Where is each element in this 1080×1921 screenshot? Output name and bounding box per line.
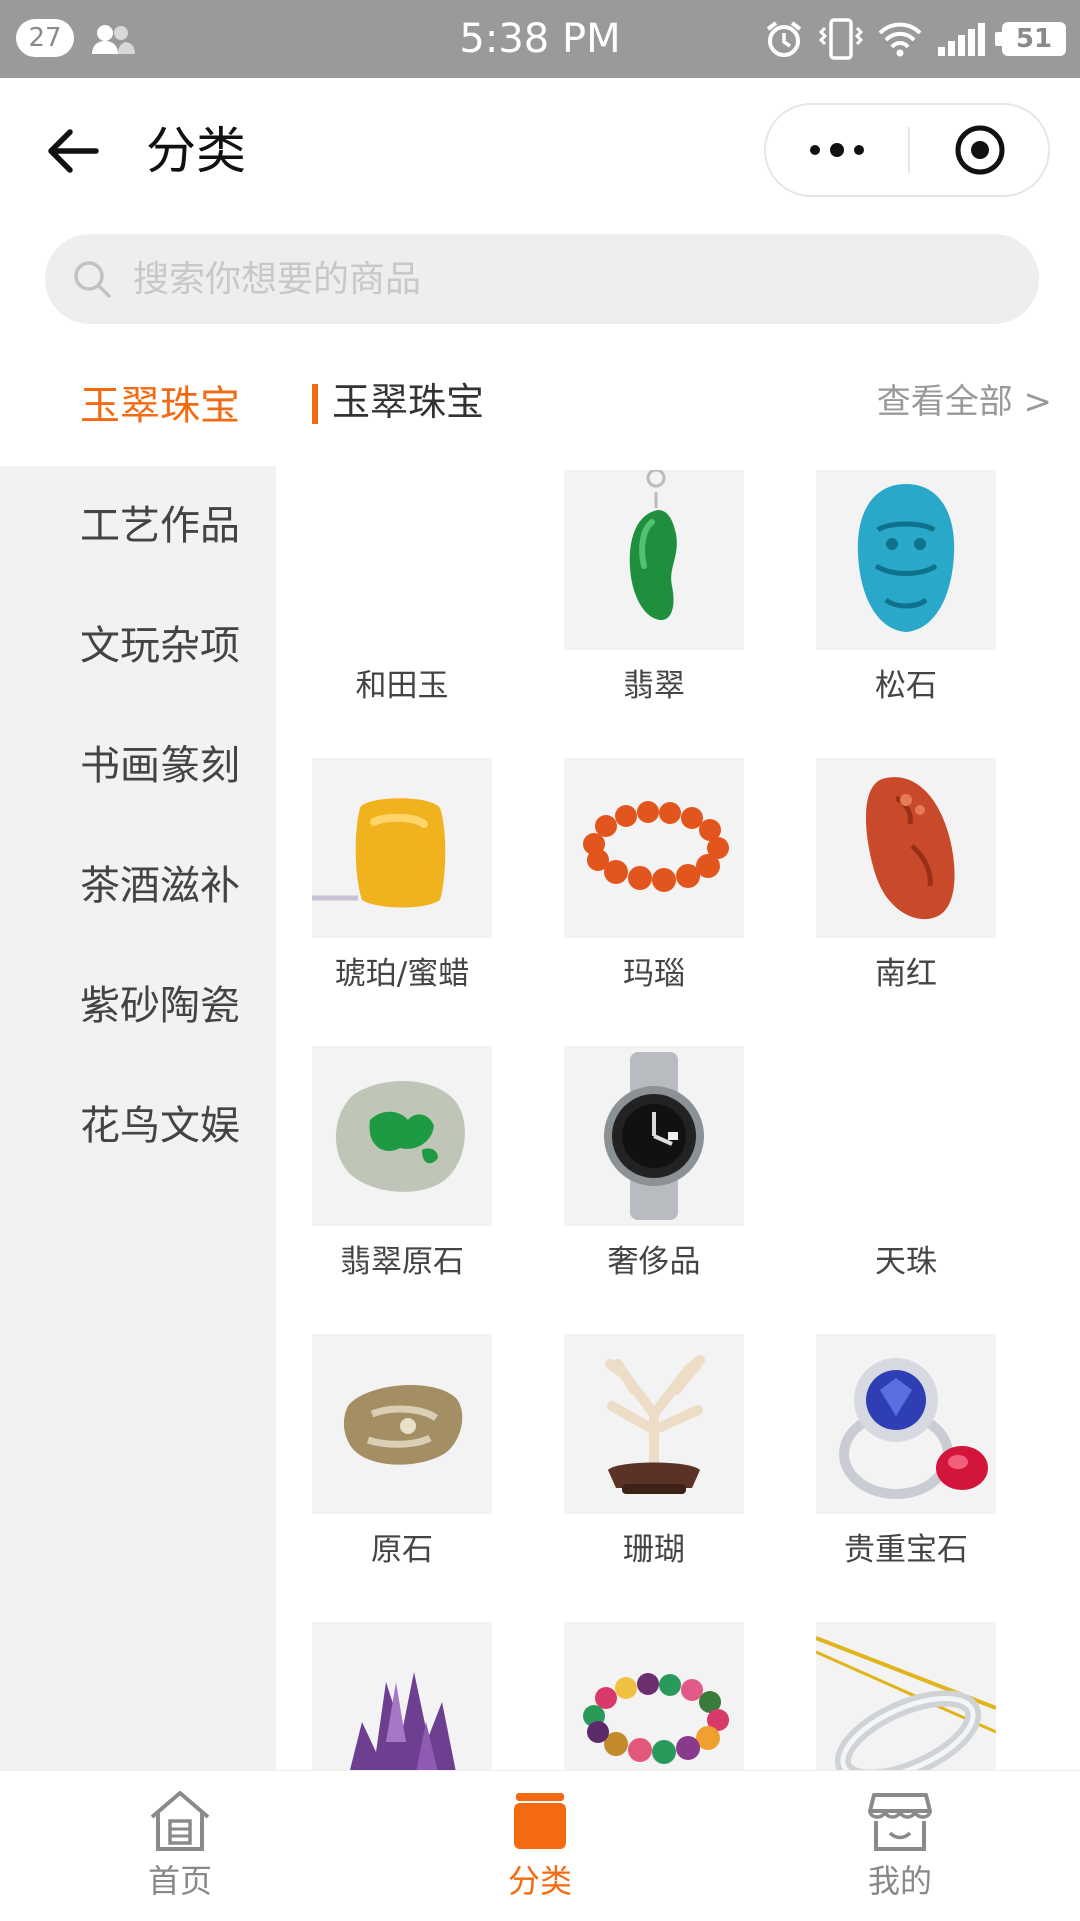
grid-item-agate[interactable]: 玛瑙 (564, 758, 744, 1028)
sidebar-item-calligraphy[interactable]: 书画篆刻 (0, 706, 276, 826)
grid-item-label: 南红 (875, 956, 937, 992)
coral-image (564, 1334, 744, 1514)
grid-item-label: 和田玉 (355, 668, 449, 704)
luxury-watch-image (564, 1046, 744, 1226)
wifi-icon (878, 22, 922, 57)
category-content: 玉翠珠宝 查看全部 > 和田玉 翡翠 松石 琥珀/蜜蜡 玛瑙 南红 翡翠原石 奢… (276, 346, 1080, 1770)
grid-item-amethyst[interactable] (312, 1622, 492, 1770)
grid-item-label: 玛瑙 (623, 956, 685, 992)
silver-bangle-image (816, 1622, 996, 1770)
tab-label: 分类 (507, 1862, 572, 1900)
section-header: 玉翠珠宝 查看全部 > (312, 370, 1052, 434)
dzi-bead-image (816, 1046, 996, 1226)
more-dots-icon (810, 143, 864, 157)
tab-home[interactable]: 首页 (80, 1771, 280, 1921)
grid-item-label: 天珠 (875, 1244, 937, 1280)
grid-item-luxury[interactable]: 奢侈品 (564, 1046, 744, 1316)
search-bar[interactable] (45, 234, 1039, 324)
red-agate-carving-image (816, 758, 996, 938)
close-miniprogram-button[interactable] (910, 105, 1050, 195)
amethyst-image (312, 1622, 492, 1770)
tab-mine[interactable]: 我的 (800, 1771, 1000, 1921)
battery-indicator: 51 (995, 22, 1066, 56)
store-icon (868, 1793, 932, 1851)
mini-program-capsule (764, 103, 1050, 197)
grid-item-coral[interactable]: 珊瑚 (564, 1334, 744, 1604)
tab-label: 首页 (147, 1862, 212, 1900)
gem-ring-image (816, 1334, 996, 1514)
record-circle-icon (955, 125, 1005, 175)
grid-item-dzi-bead[interactable]: 天珠 (816, 1046, 996, 1316)
grid-item-turquoise[interactable]: 松石 (816, 470, 996, 740)
category-icon (514, 1793, 566, 1849)
nav-bar: 分类 (0, 78, 1080, 224)
sidebar-item-jade-jewelry[interactable]: 玉翠珠宝 (0, 346, 276, 466)
signal-icon (938, 23, 985, 56)
sidebar-item-leisure[interactable]: 花鸟文娱 (0, 1066, 276, 1186)
jade-raw-stone-image (312, 1046, 492, 1226)
grid-item-label: 原石 (371, 1532, 433, 1568)
section-accent-bar (312, 384, 318, 424)
tab-category[interactable]: 分类 (440, 1771, 640, 1921)
jade-pendant-image (564, 470, 744, 650)
grid-item-tourmaline[interactable] (564, 1622, 744, 1770)
bottom-tab-bar: 首页 分类 我的 (0, 1770, 1080, 1921)
page-title: 分类 (146, 122, 246, 180)
sidebar-item-ceramics[interactable]: 紫砂陶瓷 (0, 946, 276, 1066)
more-button[interactable] (766, 105, 908, 195)
raw-stone-image (312, 1334, 492, 1514)
tab-label: 我的 (867, 1862, 932, 1900)
grid-item-jadeite[interactable]: 翡翠 (564, 470, 744, 740)
sidebar-item-tea-wine[interactable]: 茶酒滋补 (0, 826, 276, 946)
grid-item-label: 奢侈品 (607, 1244, 701, 1280)
view-all-link[interactable]: 查看全部 > (877, 370, 1052, 434)
vibrate-icon (818, 18, 864, 60)
hetian-jade-image (312, 470, 492, 650)
grid-item-label: 贵重宝石 (844, 1532, 968, 1568)
grid-item-southern-red[interactable]: 南红 (816, 758, 996, 1028)
status-bar: 27 5:38 PM 51 (0, 0, 1080, 78)
amber-block-image (312, 758, 492, 938)
back-arrow-icon[interactable] (40, 118, 106, 184)
grid-item-amber[interactable]: 琥珀/蜜蜡 (312, 758, 492, 1028)
search-input[interactable] (133, 234, 1013, 324)
grid-item-label: 琥珀/蜜蜡 (334, 956, 470, 992)
tourmaline-bracelet-image (564, 1622, 744, 1770)
agate-bracelet-image (564, 758, 744, 938)
grid-item-raw-stone[interactable]: 原石 (312, 1334, 492, 1604)
sidebar-item-collectibles[interactable]: 文玩杂项 (0, 586, 276, 706)
search-icon (74, 261, 111, 298)
sidebar-item-crafts[interactable]: 工艺作品 (0, 466, 276, 586)
grid-item-silver-bangle[interactable] (816, 1622, 996, 1770)
grid-item-label: 珊瑚 (623, 1532, 685, 1568)
turquoise-carving-image (816, 470, 996, 650)
grid-item-jadeite-raw[interactable]: 翡翠原石 (312, 1046, 492, 1316)
category-sidebar: 玉翠珠宝 工艺作品 文玩杂项 书画篆刻 茶酒滋补 紫砂陶瓷 花鸟文娱 (0, 346, 276, 1770)
status-icons: 51 (764, 16, 1066, 62)
grid-item-label: 翡翠 (623, 668, 685, 704)
alarm-icon (766, 21, 802, 57)
grid-item-label: 翡翠原石 (340, 1244, 464, 1280)
section-title: 玉翠珠宝 (332, 380, 485, 424)
grid-item-label: 松石 (875, 668, 937, 704)
grid-item-hetian-jade[interactable]: 和田玉 (312, 470, 492, 740)
grid-item-precious-gems[interactable]: 贵重宝石 (816, 1334, 996, 1604)
home-icon (150, 1791, 210, 1851)
